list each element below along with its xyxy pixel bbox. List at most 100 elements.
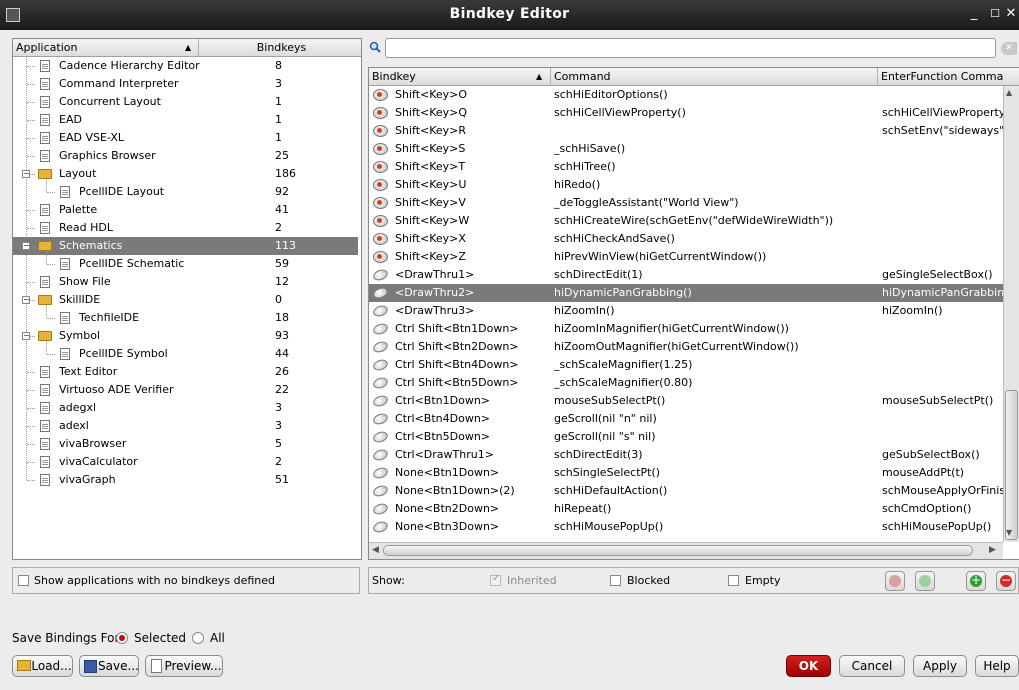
vertical-scroll-thumb[interactable]: [1005, 390, 1018, 540]
table-row[interactable]: Shift<Key>X schHiCheckAndSave(): [369, 230, 1003, 248]
table-row[interactable]: Shift<Key>O schHiEditorOptions(): [369, 86, 1003, 104]
table-row[interactable]: Ctrl<Btn5Down> geScroll(nil "s" nil): [369, 428, 1003, 446]
column-bindkeys[interactable]: Bindkeys: [199, 39, 361, 56]
tree-item[interactable]: EAD 1: [13, 111, 358, 129]
save-button[interactable]: Save...: [79, 655, 139, 677]
tree-item[interactable]: Text Editor 26: [13, 363, 358, 381]
maximize-icon[interactable]: ☐: [987, 6, 1003, 22]
tree-item-label: Cadence Hierarchy Editor: [59, 59, 200, 72]
column-application[interactable]: Application ▲: [13, 39, 199, 56]
apply-button[interactable]: Apply: [913, 655, 967, 677]
tree-item-count: 3: [275, 401, 282, 414]
tree-item[interactable]: vivaCalculator 2: [13, 453, 358, 471]
vertical-scrollbar[interactable]: ▲ ▼: [1003, 86, 1019, 542]
remove-bindkey-button[interactable]: −: [996, 571, 1016, 591]
tree-item[interactable]: Show File 12: [13, 273, 358, 291]
tree-item[interactable]: vivaGraph 51: [13, 471, 358, 489]
cancel-button[interactable]: Cancel: [839, 655, 905, 677]
column-enter-function[interactable]: EnterFunction Comma: [878, 68, 1019, 85]
all-radio[interactable]: [192, 632, 204, 644]
tree-item[interactable]: − Symbol 93: [13, 327, 358, 345]
collapse-icon[interactable]: −: [22, 296, 30, 304]
tree-item[interactable]: Cadence Hierarchy Editor 8: [13, 57, 358, 75]
scroll-right-icon[interactable]: ▶: [989, 545, 996, 555]
tree-item[interactable]: − Layout 186: [13, 165, 358, 183]
horizontal-scrollbar[interactable]: ◀ ▶: [369, 542, 1003, 559]
table-row[interactable]: Shift<Key>Z hiPrevWinView(hiGetCurrentWin…: [369, 248, 1003, 266]
tree-item-label: Virtuoso ADE Verifier: [59, 383, 174, 396]
tree-item[interactable]: Read HDL 2: [13, 219, 358, 237]
tree-item[interactable]: Palette 41: [13, 201, 358, 219]
scroll-up-icon[interactable]: ▲: [1006, 88, 1012, 97]
table-row[interactable]: Shift<Key>S _schHiSave(): [369, 140, 1003, 158]
bindkey-table-body: Shift<Key>O schHiEditorOptions() Shift<Key…: [369, 86, 1003, 541]
tree-item[interactable]: Concurrent Layout 1: [13, 93, 358, 111]
clear-search-icon[interactable]: ✕: [1001, 42, 1017, 55]
tree-item[interactable]: adegxl 3: [13, 399, 358, 417]
tree-item[interactable]: TechfileIDE 18: [13, 309, 358, 327]
table-row[interactable]: Ctrl<Btn1Down> mouseSubSelectPt() mouseSub…: [369, 392, 1003, 410]
table-row[interactable]: <DrawThru3> hiZoomIn() hiZoomIn(): [369, 302, 1003, 320]
document-icon: [40, 222, 50, 234]
empty-checkbox[interactable]: [728, 575, 739, 586]
collapse-icon[interactable]: −: [22, 332, 30, 340]
table-row[interactable]: Shift<Key>Q schHiCellViewProperty() schHiC…: [369, 104, 1003, 122]
tree-item[interactable]: PcellIDE Symbol 44: [13, 345, 358, 363]
minimize-icon[interactable]: _: [966, 6, 982, 22]
table-row[interactable]: Ctrl<DrawThru1> schDirectEdit(3) geSubSele…: [369, 446, 1003, 464]
bindkey-table[interactable]: Bindkey ▲ Command EnterFunction Comma Sh…: [368, 67, 1019, 560]
tree-item[interactable]: vivaBrowser 5: [13, 435, 358, 453]
search-input[interactable]: [385, 38, 996, 58]
table-row[interactable]: None<Btn1Down>(2) schHiDefaultAction() sch…: [369, 482, 1003, 500]
table-row[interactable]: None<Btn3Down> schHiMousePopUp() schHiMous…: [369, 518, 1003, 536]
tree-item[interactable]: Graphics Browser 25: [13, 147, 358, 165]
column-command[interactable]: Command: [551, 68, 878, 85]
blocked-checkbox[interactable]: [610, 575, 621, 586]
tree-item[interactable]: adexl 3: [13, 417, 358, 435]
tree-item[interactable]: PcellIDE Schematic 59: [13, 255, 358, 273]
table-row[interactable]: None<Btn2Down> hiRepeat() schCmdOption(): [369, 500, 1003, 518]
ok-button[interactable]: OK: [786, 655, 831, 677]
tree-item[interactable]: − Schematics 113: [13, 237, 358, 255]
table-row[interactable]: Shift<Key>W schHiCreateWire(schGetEnv("de…: [369, 212, 1003, 230]
collapse-icon[interactable]: −: [22, 242, 30, 250]
column-bindkey[interactable]: Bindkey ▲: [369, 68, 551, 85]
tree-item-count: 41: [275, 203, 289, 216]
add-bindkey-button[interactable]: +: [966, 571, 986, 591]
application-tree[interactable]: Application ▲ Bindkeys Cadence Hierarchy…: [12, 38, 362, 560]
tree-item[interactable]: PcellIDE Layout 92: [13, 183, 358, 201]
inherited-checkbox[interactable]: ✓: [490, 573, 501, 586]
window-title: Bindkey Editor: [449, 6, 570, 22]
table-row[interactable]: Ctrl<Btn4Down> geScroll(nil "n" nil): [369, 410, 1003, 428]
table-row[interactable]: Shift<Key>U hiRedo(): [369, 176, 1003, 194]
collapse-icon[interactable]: −: [22, 170, 30, 178]
tree-item-label: Schematics: [59, 239, 123, 252]
table-row[interactable]: Shift<Key>T schHiTree(): [369, 158, 1003, 176]
preview-button[interactable]: Preview...: [145, 655, 223, 677]
tree-item[interactable]: EAD VSE-XL 1: [13, 129, 358, 147]
selected-radio[interactable]: [116, 632, 128, 644]
block-button[interactable]: [885, 571, 905, 591]
scroll-left-icon[interactable]: ◀: [372, 545, 379, 555]
show-no-bindkeys-checkbox[interactable]: [18, 575, 29, 586]
help-button[interactable]: Help: [975, 655, 1019, 677]
table-row[interactable]: Ctrl Shift<Btn1Down> hiZoomInMagnifier(hi…: [369, 320, 1003, 338]
table-row[interactable]: None<Btn1Down> schSingleSelectPt() mouseAd…: [369, 464, 1003, 482]
table-row[interactable]: Shift<Key>V _deToggleAssistant("World Vie…: [369, 194, 1003, 212]
tree-item[interactable]: Virtuoso ADE Verifier 22: [13, 381, 358, 399]
tree-item[interactable]: Command Interpreter 3: [13, 75, 358, 93]
cell-command: schDirectEdit(1): [554, 268, 643, 281]
table-row[interactable]: <DrawThru1> schDirectEdit(1) geSingleSelec…: [369, 266, 1003, 284]
unblock-button[interactable]: [915, 571, 935, 591]
load-button[interactable]: Load...: [12, 655, 73, 677]
scroll-down-icon[interactable]: ▼: [1006, 528, 1012, 537]
table-row[interactable]: Ctrl Shift<Btn5Down> _schScaleMagnifier(0…: [369, 374, 1003, 392]
column-application-label: Application: [16, 41, 78, 54]
table-row[interactable]: Ctrl Shift<Btn2Down> hiZoomOutMagnifier(h…: [369, 338, 1003, 356]
tree-item[interactable]: − SkillIDE 0: [13, 291, 358, 309]
horizontal-scroll-thumb[interactable]: [383, 545, 973, 556]
table-row[interactable]: Shift<Key>R schSetEnv("sideways" t: [369, 122, 1003, 140]
table-row[interactable]: Ctrl Shift<Btn4Down> _schScaleMagnifier(1…: [369, 356, 1003, 374]
table-row[interactable]: <DrawThru2> hiDynamicPanGrabbing() hiDynam…: [369, 284, 1003, 302]
close-icon[interactable]: ✕: [1003, 6, 1019, 22]
